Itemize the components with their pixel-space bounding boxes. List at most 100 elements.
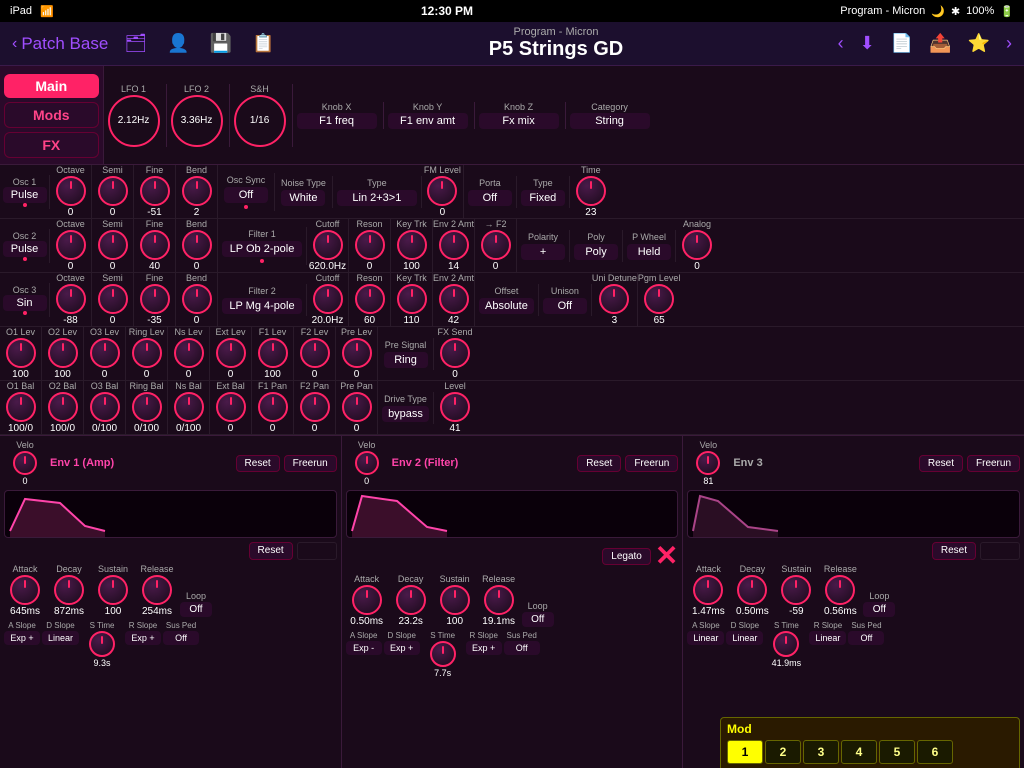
env1-rslope-val[interactable]: Exp + bbox=[125, 631, 161, 645]
prelev-knob[interactable] bbox=[342, 338, 372, 368]
osc1-bend-knob[interactable] bbox=[182, 176, 212, 206]
knoby-value[interactable]: F1 env amt bbox=[388, 113, 468, 129]
osc1-octave-knob[interactable] bbox=[56, 176, 86, 206]
env3-attack-knob[interactable] bbox=[693, 575, 723, 605]
env1-freerun-btn[interactable]: Freerun bbox=[284, 455, 337, 472]
save-icon[interactable]: 💾 bbox=[210, 33, 232, 54]
filter1-type[interactable]: LP Ob 2-pole bbox=[222, 241, 302, 257]
env1-aslope-val[interactable]: Exp + bbox=[4, 631, 40, 645]
f2-reson-knob[interactable] bbox=[355, 284, 385, 314]
env3-loop-val[interactable]: Off bbox=[863, 602, 895, 617]
uni-detune-knob[interactable] bbox=[599, 284, 629, 314]
env2-reset-btn[interactable]: Reset bbox=[577, 455, 621, 472]
env2-velo-knob[interactable] bbox=[355, 451, 379, 475]
back-label[interactable]: Patch Base bbox=[21, 34, 108, 54]
o2lev-knob[interactable] bbox=[48, 338, 78, 368]
osc2-octave-knob[interactable] bbox=[56, 230, 86, 260]
back-button[interactable]: ‹ Patch Base bbox=[12, 34, 108, 54]
osc1-semi-knob[interactable] bbox=[98, 176, 128, 206]
env1-sustain-knob[interactable] bbox=[98, 575, 128, 605]
env2-sustain-knob[interactable] bbox=[440, 585, 470, 615]
mod-tab-5[interactable]: 5 bbox=[879, 740, 915, 764]
f2-offset-val[interactable]: Absolute bbox=[479, 298, 534, 314]
fm-level-knob[interactable] bbox=[427, 176, 457, 206]
sh-knob[interactable]: 1/16 bbox=[234, 95, 286, 147]
unison-val[interactable]: Off bbox=[543, 298, 587, 314]
osc3-fine-knob[interactable] bbox=[140, 284, 170, 314]
lfo2-knob[interactable]: 3.36Hz bbox=[171, 95, 223, 147]
osc2-fine-knob[interactable] bbox=[140, 230, 170, 260]
env3-reset2-btn[interactable]: Reset bbox=[932, 542, 976, 560]
tab-main[interactable]: Main bbox=[4, 74, 99, 98]
copy-icon[interactable]: 📋 bbox=[252, 33, 274, 54]
o3bal-knob[interactable] bbox=[90, 392, 120, 422]
mod-tab-6[interactable]: 6 bbox=[917, 740, 953, 764]
nav-download-icon[interactable]: ⬇ bbox=[860, 33, 875, 54]
f2-keytrk-knob[interactable] bbox=[397, 284, 427, 314]
env2-aslope-val[interactable]: Exp - bbox=[346, 641, 382, 655]
env2-dslope-val[interactable]: Exp + bbox=[384, 641, 420, 655]
env2-legato-btn[interactable]: Legato bbox=[602, 548, 651, 565]
osc3-bend-knob[interactable] bbox=[182, 284, 212, 314]
f2-cutoff-knob[interactable] bbox=[313, 284, 343, 314]
porta-val[interactable]: Off bbox=[468, 190, 512, 206]
person-icon[interactable]: 👤 bbox=[167, 33, 189, 54]
poly-val[interactable]: Poly bbox=[574, 244, 618, 260]
o1bal-knob[interactable] bbox=[6, 392, 36, 422]
nav-next-icon[interactable]: › bbox=[1006, 33, 1012, 54]
f1pan-knob[interactable] bbox=[258, 392, 288, 422]
knobx-value[interactable]: F1 freq bbox=[297, 113, 377, 129]
polarity-val[interactable]: + bbox=[521, 244, 565, 260]
osc3-shape[interactable]: Sin bbox=[3, 295, 47, 311]
env2-decay-knob[interactable] bbox=[396, 585, 426, 615]
env1-stime-knob[interactable] bbox=[89, 631, 115, 657]
f2lev-knob[interactable] bbox=[300, 338, 330, 368]
o2bal-knob[interactable] bbox=[48, 392, 78, 422]
f2pan-knob[interactable] bbox=[300, 392, 330, 422]
env1-release-knob[interactable] bbox=[142, 575, 172, 605]
mod-tab-2[interactable]: 2 bbox=[765, 740, 801, 764]
env2-loop-val[interactable]: Off bbox=[522, 612, 554, 627]
env3-rslope-val[interactable]: Linear bbox=[809, 631, 846, 645]
env2-rslope-val[interactable]: Exp + bbox=[466, 641, 502, 655]
category-value[interactable]: String bbox=[570, 113, 650, 129]
extbal-knob[interactable] bbox=[216, 392, 246, 422]
env3-susped-val[interactable]: Off bbox=[848, 631, 884, 645]
f1-env2amt-knob[interactable] bbox=[439, 230, 469, 260]
env3-freerun-btn[interactable]: Freerun bbox=[967, 455, 1020, 472]
osc2-shape[interactable]: Pulse bbox=[3, 241, 47, 257]
nav-doc-icon[interactable]: 📄 bbox=[891, 33, 913, 54]
osc3-octave-knob[interactable] bbox=[56, 284, 86, 314]
env2-stime-knob[interactable] bbox=[430, 641, 456, 667]
level-knob[interactable] bbox=[440, 392, 470, 422]
extlev-knob[interactable] bbox=[216, 338, 246, 368]
mod-tab-3[interactable]: 3 bbox=[803, 740, 839, 764]
folder-icon[interactable]: 🗂 bbox=[124, 33, 147, 54]
env3-velo-knob[interactable] bbox=[696, 451, 720, 475]
env2-susped-val[interactable]: Off bbox=[504, 641, 540, 655]
tab-fx[interactable]: FX bbox=[4, 132, 99, 158]
o3lev-knob[interactable] bbox=[90, 338, 120, 368]
porta-time-knob[interactable] bbox=[576, 176, 606, 206]
f1lev-knob[interactable] bbox=[258, 338, 288, 368]
porta-type-val[interactable]: Fixed bbox=[521, 190, 565, 206]
pwheel-val[interactable]: Held bbox=[627, 244, 671, 260]
env1-decay-knob[interactable] bbox=[54, 575, 84, 605]
fxsend-knob[interactable] bbox=[440, 338, 470, 368]
knobz-value[interactable]: Fx mix bbox=[479, 113, 559, 129]
f1-keytrk-knob[interactable] bbox=[397, 230, 427, 260]
nav-star-icon[interactable]: ⭐ bbox=[968, 33, 990, 54]
env1-attack-knob[interactable] bbox=[10, 575, 40, 605]
drive-type-val[interactable]: bypass bbox=[382, 406, 429, 422]
env1-loop-val[interactable]: Off bbox=[180, 602, 212, 617]
f1-cutoff-knob[interactable] bbox=[313, 230, 343, 260]
pgm-level-knob[interactable] bbox=[644, 284, 674, 314]
tab-mods[interactable]: Mods bbox=[4, 102, 99, 128]
nav-share-icon[interactable]: 📤 bbox=[929, 33, 951, 54]
env1-reset-btn[interactable]: Reset bbox=[236, 455, 280, 472]
filter2-type[interactable]: LP Mg 4-pole bbox=[222, 298, 302, 314]
osc1-fine-knob[interactable] bbox=[140, 176, 170, 206]
pre-signal-val[interactable]: Ring bbox=[384, 352, 428, 368]
env3-sustain-knob[interactable] bbox=[781, 575, 811, 605]
env1-reset2-btn[interactable]: Reset bbox=[249, 542, 293, 560]
